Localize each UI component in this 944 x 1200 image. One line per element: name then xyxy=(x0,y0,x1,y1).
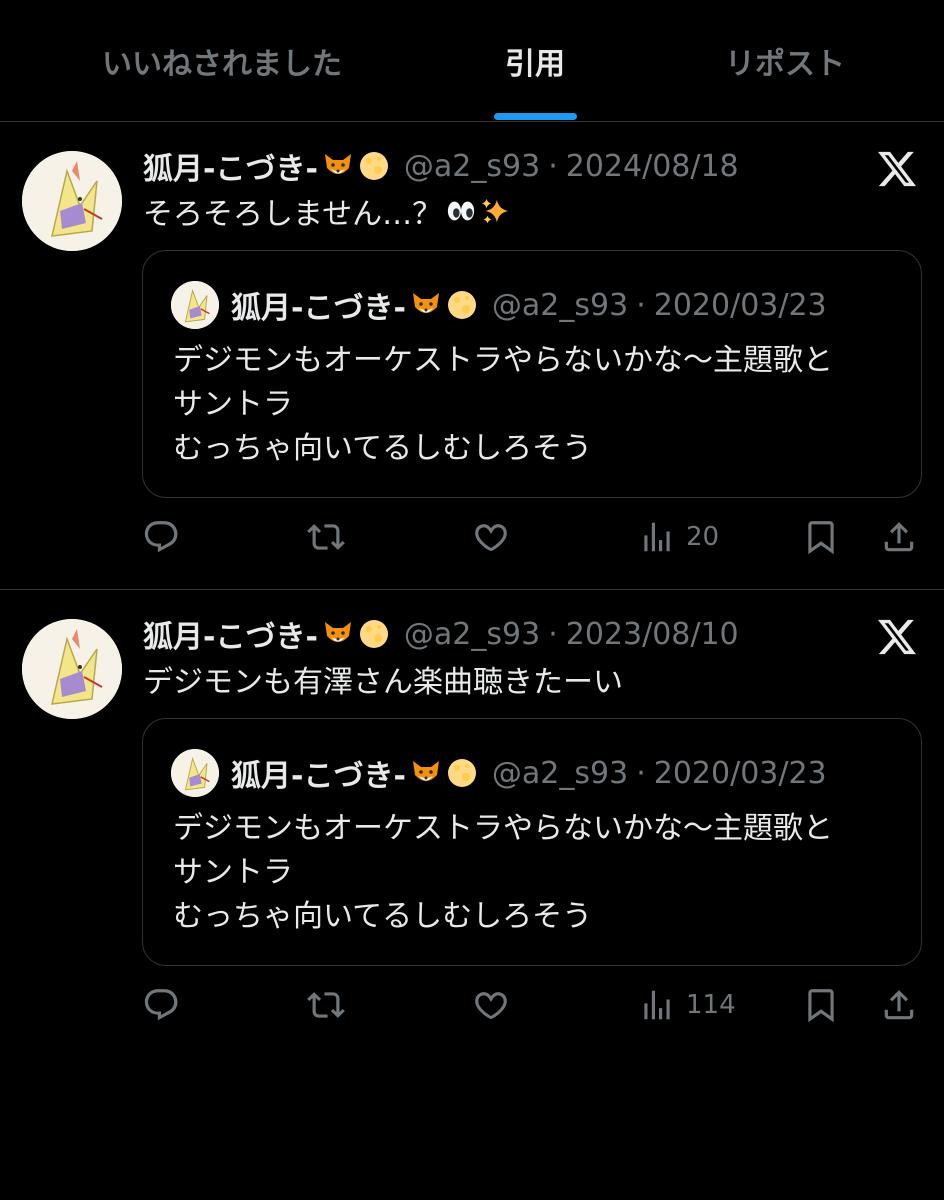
tweet[interactable]: 狐月-こづき- @a2_s93 · 2023/08/10 デジモンも有澤さん楽曲… xyxy=(0,590,944,1050)
fox-emoji-icon xyxy=(324,622,351,642)
quoted-handle: @a2_s93 xyxy=(491,755,629,791)
tab-bar: いいねされました 引用 リポスト xyxy=(0,0,944,122)
share-icon xyxy=(884,990,914,1020)
moon-emoji-icon xyxy=(447,759,476,787)
views-icon xyxy=(644,522,670,552)
quoted-avatar[interactable] xyxy=(171,281,219,329)
reply-button[interactable] xyxy=(142,512,180,562)
quoted-text-line: むっちゃ向いてるしむしろそう xyxy=(173,899,593,934)
heart-icon xyxy=(475,992,507,1020)
quoted-avatar[interactable] xyxy=(171,749,219,797)
like-button[interactable] xyxy=(472,512,510,562)
eyes-emoji-icon xyxy=(447,201,475,221)
quoted-date: 2020/03/23 xyxy=(653,755,827,791)
fox-emoji-icon xyxy=(412,293,439,313)
bookmark-button[interactable] xyxy=(802,980,840,1030)
avatar[interactable] xyxy=(22,151,122,251)
bookmark-button[interactable] xyxy=(802,512,840,562)
like-button[interactable] xyxy=(472,980,510,1030)
views-icon xyxy=(644,990,670,1020)
repost-icon xyxy=(307,992,345,1018)
separator-dot: · xyxy=(548,616,558,652)
quoted-text-line: サントラ xyxy=(173,387,293,422)
tweet-text: デジモンも有澤さん楽曲聴きたーい xyxy=(143,656,623,702)
repost-button[interactable] xyxy=(307,980,345,1030)
quoted-tweet[interactable]: 狐月-こづき- @a2_s93 · 2020/03/23 デジモンもオーケストラ… xyxy=(142,250,922,498)
share-button[interactable] xyxy=(880,512,918,562)
separator-dot: · xyxy=(636,287,646,323)
bookmark-icon xyxy=(808,521,834,555)
action-bar: 20 xyxy=(0,512,944,562)
x-logo-icon xyxy=(878,619,916,655)
quoted-date: 2020/03/23 xyxy=(653,287,827,323)
avatar[interactable] xyxy=(22,619,122,719)
quoted-text-line: むっちゃ向いてるしむしろそう xyxy=(173,431,593,466)
tweet[interactable]: 狐月-こづき- @a2_s93 · 2024/08/18 そろそろしません…？ xyxy=(0,122,944,590)
tweet-date[interactable]: 2023/08/10 xyxy=(566,617,739,652)
tweet-text: そろそろしません…？ xyxy=(143,188,510,234)
separator-dot: · xyxy=(636,755,646,791)
repost-button[interactable] xyxy=(307,512,345,562)
views-button[interactable]: 20 xyxy=(638,512,719,562)
repost-icon xyxy=(307,524,345,550)
action-bar: 114 xyxy=(0,980,944,1030)
quoted-text-line: デジモンもオーケストラやらないかな〜主題歌と xyxy=(173,343,833,378)
tweet-header: 狐月-こづき- @a2_s93 · 2024/08/18 xyxy=(143,144,739,188)
quoted-tweet[interactable]: 狐月-こづき- @a2_s93 · 2020/03/23 デジモンもオーケストラ… xyxy=(142,718,922,966)
view-count: 20 xyxy=(686,522,720,552)
tab-liked[interactable]: いいねされました xyxy=(0,0,444,121)
handle: @a2_s93 xyxy=(403,148,541,184)
quoted-display-name: 狐月-こづき- xyxy=(231,291,406,326)
tab-reposts[interactable]: リポスト xyxy=(626,0,944,121)
heart-icon xyxy=(475,524,507,552)
quoted-text-line: デジモンもオーケストラやらないかな〜主題歌と xyxy=(173,811,833,846)
handle: @a2_s93 xyxy=(403,616,541,652)
moon-emoji-icon xyxy=(359,620,388,648)
quoted-display-name: 狐月-こづき- xyxy=(231,759,406,794)
tweet-date[interactable]: 2024/08/18 xyxy=(566,149,739,184)
tab-quotes[interactable]: 引用 xyxy=(444,0,626,121)
share-icon xyxy=(884,522,914,552)
separator-dot: · xyxy=(548,148,558,184)
quoted-header: 狐月-こづき- @a2_s93 · 2020/03/23 xyxy=(231,281,827,329)
share-button[interactable] xyxy=(880,980,918,1030)
quoted-text: デジモンもオーケストラやらないかな〜主題歌と サントラ むっちゃ向いてるしむしろ… xyxy=(173,339,903,471)
quoted-header: 狐月-こづき- @a2_s93 · 2020/03/23 xyxy=(231,749,827,797)
x-logo-icon xyxy=(878,151,916,187)
quoted-text-line: サントラ xyxy=(173,855,293,890)
reply-button[interactable] xyxy=(142,980,180,1030)
sparkles-emoji-icon xyxy=(481,198,509,224)
reply-icon xyxy=(144,989,178,1021)
quoted-handle: @a2_s93 xyxy=(491,287,629,323)
fox-emoji-icon xyxy=(324,154,351,174)
reply-icon xyxy=(144,521,178,553)
fox-emoji-icon xyxy=(412,761,439,781)
display-name[interactable]: 狐月-こづき- xyxy=(143,144,318,188)
view-count: 114 xyxy=(686,990,736,1020)
bookmark-icon xyxy=(808,989,834,1023)
quoted-text: デジモンもオーケストラやらないかな〜主題歌と サントラ むっちゃ向いてるしむしろ… xyxy=(173,807,903,939)
moon-emoji-icon xyxy=(447,291,476,319)
tweet-text-body: そろそろしません…？ xyxy=(143,197,443,232)
moon-emoji-icon xyxy=(359,152,388,180)
tweet-text-body: デジモンも有澤さん楽曲聴きたーい xyxy=(143,665,623,700)
active-tab-indicator xyxy=(494,113,577,120)
tweet-header: 狐月-こづき- @a2_s93 · 2023/08/10 xyxy=(143,612,739,656)
views-button[interactable]: 114 xyxy=(638,980,736,1030)
display-name[interactable]: 狐月-こづき- xyxy=(143,612,318,656)
